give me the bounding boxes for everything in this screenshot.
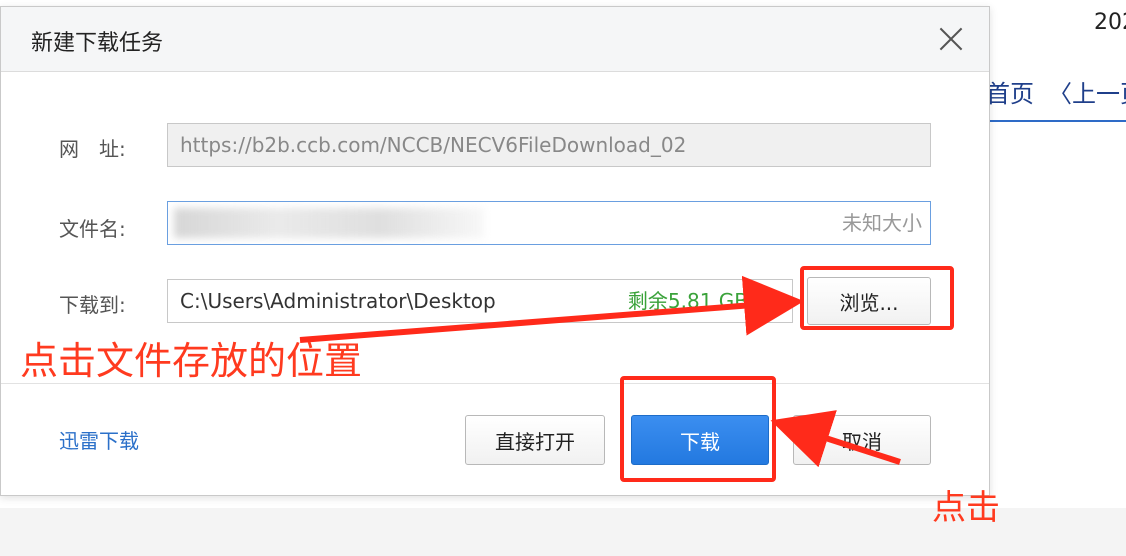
- browse-highlight-box: [800, 266, 954, 330]
- size-hint: 未知大小: [842, 211, 922, 235]
- nav-home-link[interactable]: 首页: [986, 80, 1034, 108]
- dialog-titlebar: 新建下载任务: [1, 7, 989, 72]
- close-icon[interactable]: [935, 23, 967, 55]
- cancel-button[interactable]: 取消: [793, 415, 931, 465]
- dialog-title: 新建下载任务: [31, 31, 164, 56]
- filename-input[interactable]: 未知大小: [167, 201, 931, 245]
- download-highlight-box: [620, 376, 776, 482]
- filename-label: 文件名:: [59, 217, 126, 241]
- nav-prev-link[interactable]: 〈上一页: [1048, 80, 1126, 108]
- save-path-value: C:\Users\Administrator\Desktop: [180, 289, 496, 313]
- background-nav: 首页〈上一页: [986, 74, 1126, 109]
- chevron-down-icon[interactable]: ▾: [770, 280, 778, 322]
- thunder-download-link[interactable]: 迅雷下载: [59, 425, 139, 454]
- annotation-location-note: 点击文件存放的位置: [20, 339, 363, 383]
- save-path-field[interactable]: C:\Users\Administrator\Desktop 剩余5.81 GB…: [167, 279, 793, 323]
- blurred-filename: [174, 208, 484, 238]
- open-directly-button[interactable]: 直接打开: [465, 415, 605, 465]
- new-download-dialog: 新建下载任务 网 址: https://b2b.ccb.com/NCCB/NEC…: [0, 6, 990, 496]
- free-space: 剩余5.81 GB: [627, 289, 748, 313]
- url-field[interactable]: https://b2b.ccb.com/NCCB/NECV6FileDownlo…: [167, 123, 931, 167]
- annotation-click-note: 点击: [932, 488, 1000, 528]
- background-year: 202: [1094, 10, 1126, 35]
- background-divider: [988, 120, 1126, 122]
- url-label: 网 址:: [59, 137, 126, 161]
- save-location-label: 下载到:: [59, 293, 126, 317]
